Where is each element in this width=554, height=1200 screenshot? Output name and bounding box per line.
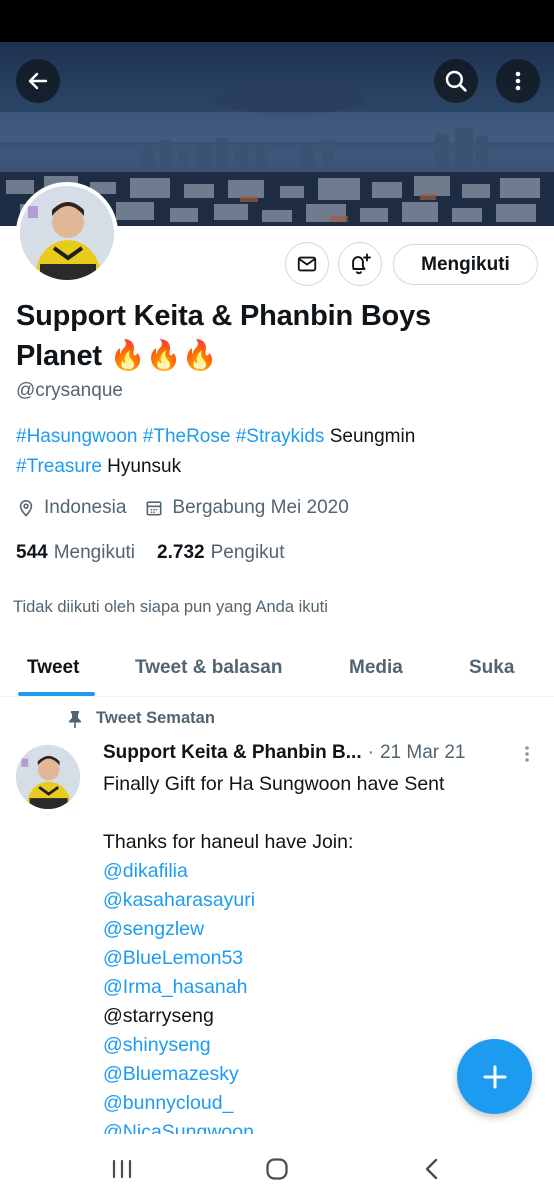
followers-count: 2.732	[157, 542, 205, 563]
tab-media[interactable]: Media	[349, 640, 403, 696]
tweet-author-name[interactable]: Support Keita & Phanbin B...	[103, 742, 362, 764]
tweet-author-avatar[interactable]	[16, 745, 80, 809]
system-nav-bar	[0, 1134, 554, 1200]
followers-label: Pengikut	[210, 542, 285, 563]
profile-name-text: Support Keita & Phanbin Boys Planet	[16, 300, 431, 372]
following-count: 544	[16, 542, 48, 563]
notify-button[interactable]	[338, 242, 382, 286]
back-button[interactable]	[16, 59, 60, 103]
following-button[interactable]: Mengikuti	[393, 244, 538, 285]
bio-text: Seungmin	[324, 426, 416, 447]
hashtag-link[interactable]: #Hasungwoon	[16, 426, 137, 447]
tweet-more-button[interactable]	[519, 744, 535, 764]
profile-avatar[interactable]	[16, 182, 118, 284]
tweet-header: Support Keita & Phanbin B... · 21 Mar 21	[103, 742, 503, 764]
mention-link[interactable]: @kasaharasayuri	[103, 886, 533, 915]
compose-tweet-button[interactable]	[457, 1039, 532, 1114]
tweet-line: Thanks for haneul have Join:	[103, 831, 354, 853]
hashtag-link[interactable]: #TheRose	[143, 426, 231, 447]
tab-likes[interactable]: Suka	[469, 640, 514, 696]
followers-stat[interactable]: 2.732 Pengikut	[157, 542, 285, 564]
profile-name: Support Keita & Phanbin Boys Planet 🔥🔥🔥	[16, 296, 516, 376]
profile-meta: Indonesia Bergabung Mei 2020	[16, 497, 367, 519]
tweet-line: @starryseng	[103, 1005, 214, 1027]
recent-apps-button[interactable]	[102, 1152, 142, 1186]
system-back-button[interactable]	[412, 1152, 452, 1186]
tweet-line: Finally Gift for Ha Sungwoon have Sent	[103, 773, 445, 795]
search-button[interactable]	[434, 59, 478, 103]
mention-link[interactable]: @dikafilia	[103, 857, 533, 886]
calendar-icon	[146, 501, 162, 516]
joined-text: Bergabung Mei 2020	[172, 497, 349, 518]
more-vertical-icon	[515, 71, 521, 91]
tab-tweet-replies[interactable]: Tweet & balasan	[135, 640, 282, 696]
mention-link[interactable]: @Irma_hasanah	[103, 973, 533, 1002]
following-label: Mengikuti	[53, 542, 136, 563]
plus-icon	[483, 1065, 506, 1088]
profile-handle: @crysanque	[16, 380, 123, 401]
home-button[interactable]	[257, 1152, 297, 1186]
active-tab-indicator	[18, 692, 95, 696]
profile-bio: #Hasungwoon #TheRose #Straykids Seungmin…	[16, 422, 536, 482]
pinned-tweet-header: Tweet Sematan	[68, 709, 215, 728]
search-icon	[445, 70, 467, 92]
tab-tweet[interactable]: Tweet	[27, 640, 79, 696]
tweet-line	[103, 799, 533, 828]
location-pin-icon	[19, 500, 33, 517]
bio-text: Hyunsuk	[101, 456, 182, 477]
more-vertical-icon	[525, 746, 529, 762]
pinned-label: Tweet Sematan	[96, 709, 215, 727]
home-icon	[266, 1158, 288, 1180]
message-button[interactable]	[285, 242, 329, 286]
following-stat[interactable]: 544 Mengikuti	[16, 542, 135, 564]
tweet-separator: ·	[367, 742, 374, 763]
tweet-date[interactable]: 21 Mar 21	[380, 742, 466, 764]
mention-link[interactable]: @sengzlew	[103, 915, 533, 944]
pin-icon	[69, 710, 81, 728]
hashtag-link[interactable]: #Treasure	[16, 456, 102, 477]
hashtag-link[interactable]: #Straykids	[236, 426, 325, 447]
joined-item: Bergabung Mei 2020	[144, 497, 349, 519]
more-options-button[interactable]	[496, 59, 540, 103]
follow-stats: 544 Mengikuti 2.732 Pengikut	[16, 542, 307, 564]
profile-tabs: Tweet Tweet & balasan Media Suka	[0, 640, 554, 697]
tweet-avatar-image	[16, 745, 80, 809]
recent-apps-icon	[112, 1159, 132, 1179]
envelope-icon	[297, 256, 317, 272]
bio-line: #Treasure Hyunsuk	[16, 452, 536, 482]
location-text: Indonesia	[44, 497, 127, 518]
profile-name-emoji: 🔥🔥🔥	[109, 340, 218, 372]
not-followed-notice: Tidak diikuti oleh siapa pun yang Anda i…	[13, 598, 328, 616]
bell-plus-icon	[352, 253, 371, 275]
bio-line: #Hasungwoon #TheRose #Straykids Seungmin	[16, 422, 536, 452]
location-item: Indonesia	[16, 497, 126, 519]
avatar-image	[20, 186, 114, 280]
chevron-left-icon	[425, 1158, 438, 1180]
status-bar	[0, 0, 554, 42]
mention-link[interactable]: @BlueLemon53	[103, 944, 533, 973]
arrow-left-icon	[28, 72, 48, 90]
